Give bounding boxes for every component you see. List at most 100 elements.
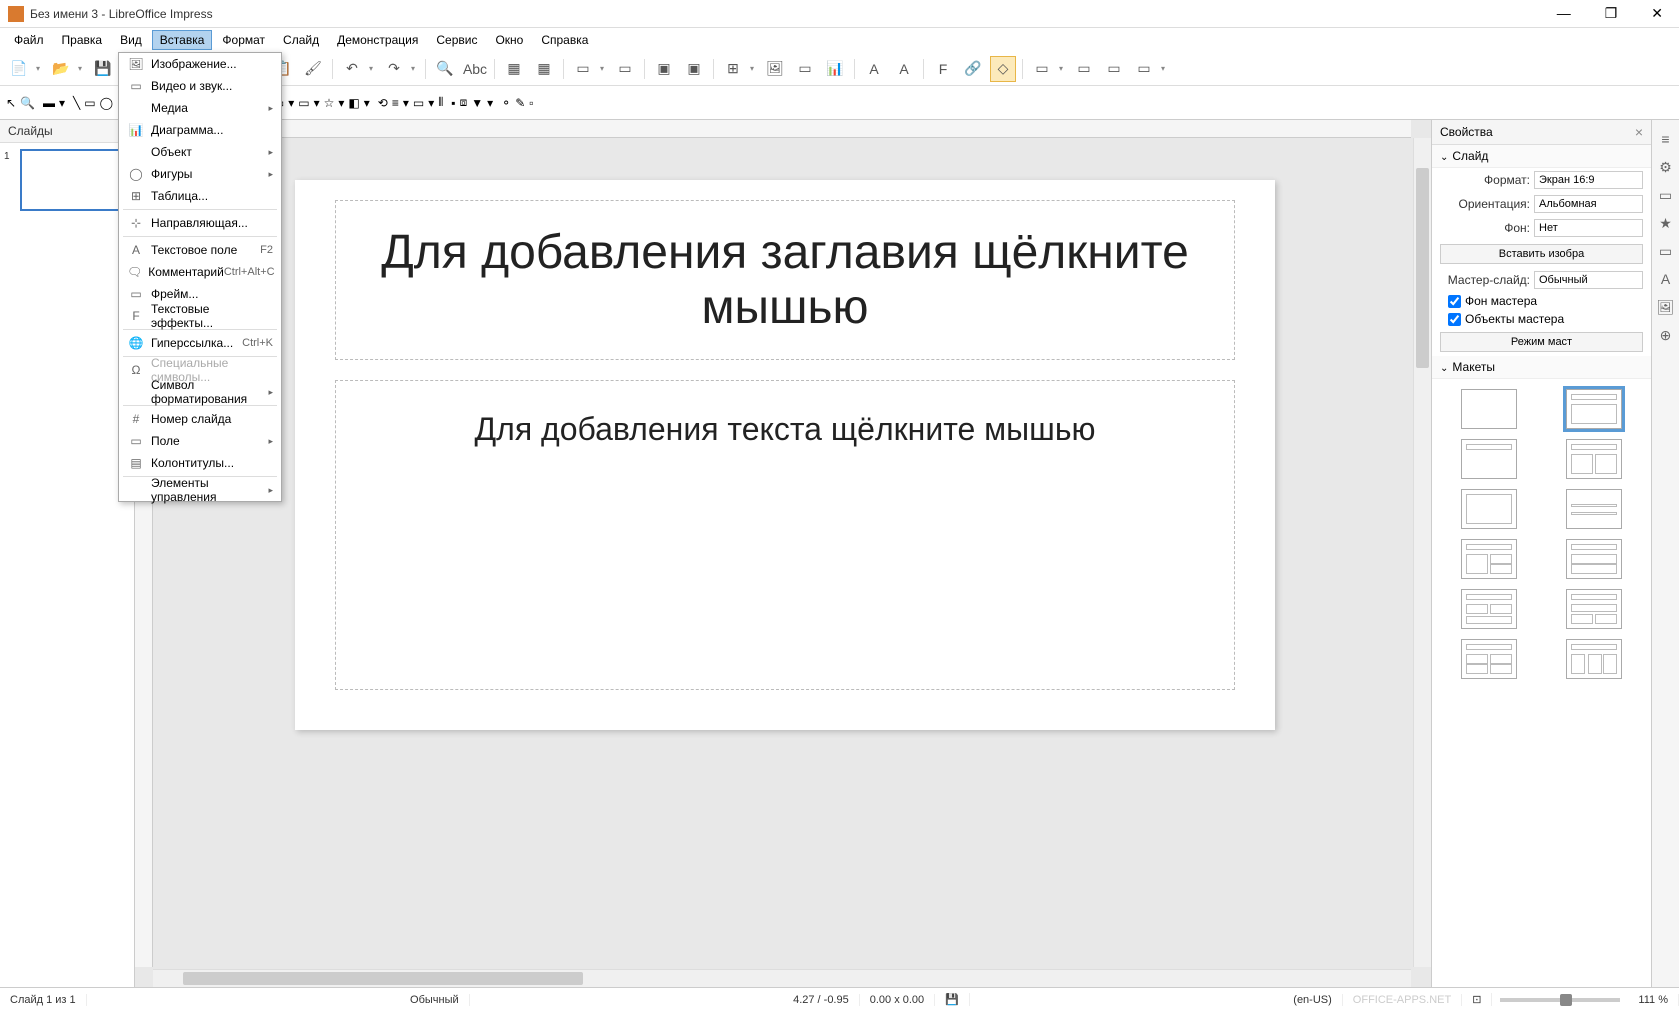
select-tool[interactable]: ↖ — [6, 96, 16, 110]
sidebar-animation-icon[interactable]: ★ — [1655, 212, 1677, 234]
menu-insert-table[interactable]: ⊞Таблица... — [119, 185, 281, 207]
sidebar-styles-icon[interactable]: A — [1655, 268, 1677, 290]
menu-insert-object[interactable]: Объект▸ — [119, 141, 281, 163]
background-select[interactable]: Нет — [1534, 219, 1643, 237]
maximize-button[interactable]: ❐ — [1597, 3, 1626, 24]
sidebar-gallery-icon[interactable]: 🖼 — [1655, 296, 1677, 318]
insert-text-vert-button[interactable]: A — [891, 56, 917, 82]
layout-blank[interactable] — [1461, 389, 1517, 429]
menu-tools[interactable]: Сервис — [428, 30, 485, 50]
status-save-icon[interactable]: 💾 — [935, 993, 970, 1006]
menu-insert-headerfooter[interactable]: ▤Колонтитулы... — [119, 452, 281, 474]
master-slide-button[interactable]: ▭ — [612, 56, 638, 82]
arrange-tool[interactable]: ▭ — [413, 96, 424, 110]
shadow-button[interactable]: ▪ — [451, 96, 455, 110]
show-draw-func-button[interactable]: ◇ — [990, 56, 1016, 82]
menu-insert-texteffects[interactable]: FТекстовые эффекты... — [119, 305, 281, 327]
layout-8[interactable] — [1566, 539, 1622, 579]
menu-insert-comment[interactable]: 🗨КомментарийCtrl+Alt+C — [119, 261, 281, 283]
zoom-slider[interactable] — [1500, 998, 1620, 1002]
display-views-button[interactable]: ▭ — [570, 56, 596, 82]
3d-tool[interactable]: ◧ — [348, 96, 359, 110]
menu-insert-hyperlink[interactable]: 🌐Гиперссылка...Ctrl+K — [119, 332, 281, 354]
menu-edit[interactable]: Правка — [54, 30, 111, 50]
menu-insert-video[interactable]: ▭Видео и звук... — [119, 75, 281, 97]
save-button[interactable]: 💾 — [90, 56, 116, 82]
menu-view[interactable]: Вид — [112, 30, 150, 50]
slide-canvas[interactable]: Для добавления заглавия щёлкните мышью Д… — [295, 180, 1275, 730]
start-current-button[interactable]: ▣ — [681, 56, 707, 82]
rotate-tool[interactable]: ⟲ — [378, 96, 388, 110]
layout-3[interactable] — [1461, 439, 1517, 479]
layout-11[interactable] — [1461, 639, 1517, 679]
minimize-button[interactable]: — — [1549, 3, 1579, 24]
rectangle-tool[interactable]: ▭ — [84, 96, 95, 110]
menu-insert-media[interactable]: Медиа▸ — [119, 97, 281, 119]
menu-insert-formatmark[interactable]: Символ форматирования▸ — [119, 381, 281, 403]
insert-fontwork-button[interactable]: F — [930, 56, 956, 82]
duplicate-slide-button[interactable]: ▭ — [1071, 56, 1097, 82]
delete-slide-button[interactable]: ▭ — [1101, 56, 1127, 82]
extrusion-button[interactable]: ▫ — [529, 96, 533, 110]
slide-thumbnail[interactable]: 1 — [6, 149, 128, 211]
insert-hyperlink-button[interactable]: 🔗 — [960, 56, 986, 82]
insert-av-button[interactable]: ▭ — [792, 56, 818, 82]
master-background-checkbox[interactable] — [1448, 295, 1461, 308]
layout-5[interactable] — [1461, 489, 1517, 529]
sidebar-master-icon[interactable]: ▭ — [1655, 240, 1677, 262]
layout-9[interactable] — [1461, 589, 1517, 629]
menu-insert[interactable]: Вставка — [152, 30, 213, 50]
menu-insert-controls[interactable]: Элементы управления▸ — [119, 479, 281, 501]
menu-format[interactable]: Формат — [214, 30, 273, 50]
layout-7[interactable] — [1461, 539, 1517, 579]
fill-color-button[interactable]: ▬ — [43, 96, 55, 110]
undo-button[interactable]: ↶ — [339, 56, 365, 82]
insert-image-button[interactable]: 🖼 — [762, 56, 788, 82]
points-button[interactable]: ⚬ — [501, 96, 511, 110]
line-tool[interactable]: ╲ — [73, 96, 80, 110]
slide-layout-button[interactable]: ▭ — [1131, 56, 1157, 82]
glue-button[interactable]: ✎ — [515, 96, 525, 110]
format-select[interactable]: Экран 16:9 — [1534, 171, 1643, 189]
master-select[interactable]: Обычный — [1534, 271, 1643, 289]
start-first-button[interactable]: ▣ — [651, 56, 677, 82]
sidebar-slide-icon[interactable]: ⚙ — [1655, 156, 1677, 178]
layout-6[interactable] — [1566, 489, 1622, 529]
new-slide-button[interactable]: ▭ — [1029, 56, 1055, 82]
crop-button[interactable]: ⧈ — [460, 95, 468, 110]
horizontal-scrollbar[interactable] — [153, 969, 1411, 987]
sidebar-navigator-icon[interactable]: ⊕ — [1655, 324, 1677, 346]
spellcheck-button[interactable]: Abc — [462, 56, 488, 82]
menu-insert-shapes[interactable]: ◯Фигуры▸ — [119, 163, 281, 185]
menu-insert-guide[interactable]: ⊹Направляющая... — [119, 212, 281, 234]
menu-slideshow[interactable]: Демонстрация — [329, 30, 426, 50]
distribute-tool[interactable]: ⫴ — [438, 95, 443, 110]
insert-image-prop-button[interactable]: Вставить изобра — [1440, 244, 1643, 264]
sidebar-properties-icon[interactable]: ≡ — [1655, 128, 1677, 150]
insert-chart-button[interactable]: 📊 — [822, 56, 848, 82]
zoom-tool[interactable]: 🔍 — [20, 96, 35, 110]
menu-insert-image[interactable]: 🖼Изображение... — [119, 53, 281, 75]
callout-tool[interactable]: ▭ — [298, 96, 309, 110]
insert-textbox-button[interactable]: A — [861, 56, 887, 82]
layout-4[interactable] — [1566, 439, 1622, 479]
zoom-fit-button[interactable]: ⊡ — [1462, 993, 1492, 1006]
layout-10[interactable] — [1566, 589, 1622, 629]
redo-button[interactable]: ↷ — [381, 56, 407, 82]
clone-format-button[interactable]: 🖌 — [300, 56, 326, 82]
close-panel-button[interactable]: × — [1635, 124, 1643, 140]
insert-table-button[interactable]: ⊞ — [720, 56, 746, 82]
align-tool[interactable]: ≡ — [392, 96, 399, 110]
menu-window[interactable]: Окно — [487, 30, 531, 50]
slide-section-header[interactable]: Слайд — [1432, 145, 1651, 168]
layouts-section-header[interactable]: Макеты — [1432, 356, 1651, 379]
sidebar-transition-icon[interactable]: ▭ — [1655, 184, 1677, 206]
new-button[interactable]: 📄 — [6, 56, 32, 82]
master-mode-button[interactable]: Режим маст — [1440, 332, 1643, 352]
find-button[interactable]: 🔍 — [432, 56, 458, 82]
orientation-select[interactable]: Альбомная — [1534, 195, 1643, 213]
menu-insert-chart[interactable]: 📊Диаграмма... — [119, 119, 281, 141]
snap-button[interactable]: ▦ — [531, 56, 557, 82]
menu-help[interactable]: Справка — [533, 30, 596, 50]
menu-insert-field[interactable]: ▭Поле▸ — [119, 430, 281, 452]
